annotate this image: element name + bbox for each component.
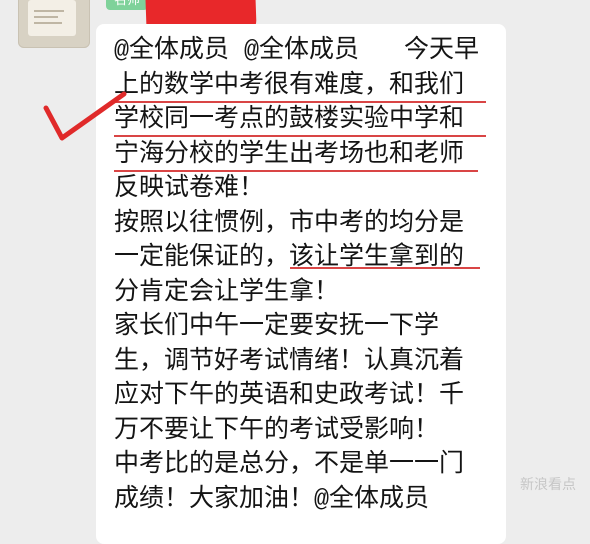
- underline-mark: [290, 267, 480, 269]
- message-line: 中考比的是总分，不是单一一门: [114, 450, 465, 479]
- sender-avatar[interactable]: [18, 0, 90, 48]
- avatar-detail: [34, 10, 64, 12]
- underline-mark: [114, 101, 486, 103]
- message-text: @全体成员 @全体成员 今天早 上的数学中考很有难度，和我们 学校同一考点的鼓楼…: [114, 34, 494, 517]
- sender-name: 名师: [106, 0, 149, 10]
- message-line: @全体成员 @全体成员 今天早: [114, 36, 480, 65]
- message-line: 应对下午的英语和史政考试！千: [114, 381, 465, 410]
- message-line: 家长们中午一定要安抚一下学: [114, 312, 440, 341]
- avatar-detail: [34, 16, 58, 18]
- message-line: 分肯定会让学生拿！: [114, 277, 340, 307]
- message-line: 上的数学中考很有难度，和我们: [114, 70, 465, 100]
- message-line: 成绩！大家加油！@全体成员: [114, 484, 430, 514]
- message-line: 按照以往惯例，市中考的均分是: [114, 208, 465, 238]
- message-line: 反映试卷难！: [114, 174, 265, 203]
- message-line: 生，调节好考试情绪！认真沉着: [114, 346, 465, 376]
- message-line: 万不要让下午的考试受影响！: [114, 415, 440, 445]
- underline-mark: [114, 170, 478, 172]
- avatar-detail: [34, 22, 62, 24]
- message-line: 宁海分校的学生出考场也和老师: [114, 139, 465, 169]
- avatar-image: [28, 0, 76, 36]
- message-line: 学校同一考点的鼓楼实验中学和: [114, 105, 465, 134]
- underline-mark: [114, 135, 486, 137]
- checkmark-icon: [43, 91, 127, 141]
- watermark: 新浪看点: [520, 477, 576, 493]
